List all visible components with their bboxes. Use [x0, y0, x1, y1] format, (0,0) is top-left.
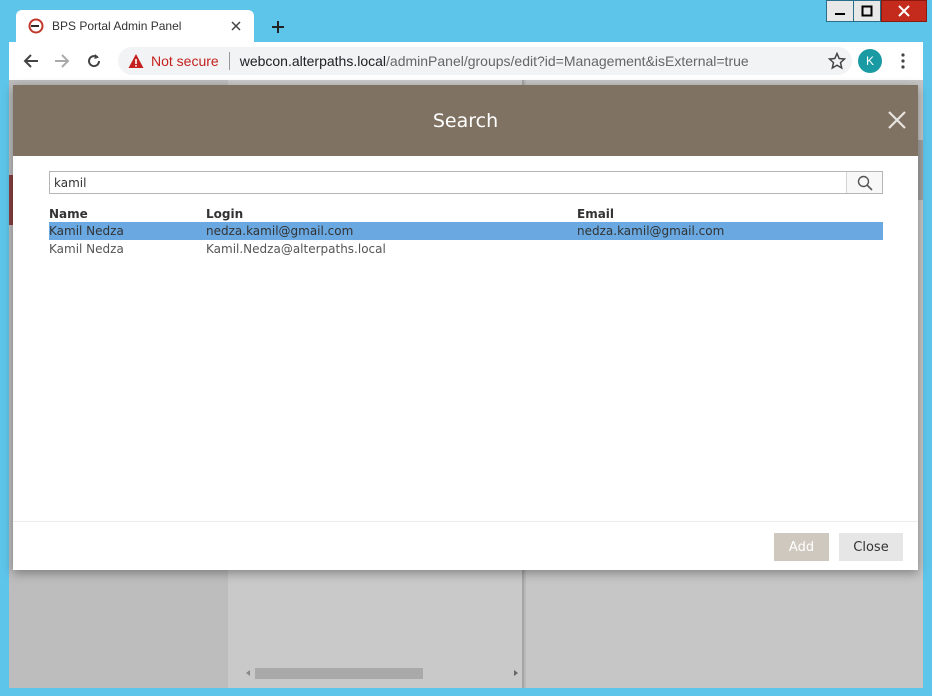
browser-toolbar: Not secure webcon.alterpaths.local/admin… — [9, 42, 923, 80]
column-header-name[interactable]: Name — [49, 207, 206, 221]
close-icon — [231, 21, 241, 31]
url-host: webcon.alterpaths.local — [239, 53, 387, 69]
column-header-login[interactable]: Login — [206, 207, 577, 221]
maximize-button[interactable] — [853, 0, 881, 22]
dialog-footer: Add Close — [13, 521, 918, 570]
reload-icon — [88, 54, 101, 68]
minimize-button[interactable] — [826, 0, 854, 22]
search-box — [49, 171, 883, 194]
tab-title: BPS Portal Admin Panel — [52, 19, 182, 33]
table-row[interactable]: Kamil Nedza Kamil.Nedza@alterpaths.local — [49, 240, 883, 258]
minimize-icon — [835, 13, 845, 15]
cell-login: Kamil.Nedza@alterpaths.local — [206, 242, 386, 256]
url-path: /adminPanel/groups/edit?id=Management&is… — [386, 53, 749, 69]
reload-button[interactable] — [83, 50, 105, 72]
arrow-left-icon — [23, 54, 38, 68]
back-button[interactable] — [20, 50, 42, 72]
forward-button[interactable] — [51, 50, 73, 72]
browser-menu-button[interactable] — [895, 50, 911, 72]
add-button[interactable]: Add — [774, 533, 829, 561]
scroll-right-icon — [514, 670, 518, 676]
search-input[interactable] — [50, 172, 846, 193]
search-dialog: Search Name Login Email Kamil Nedza nedz… — [13, 85, 918, 570]
more-vertical-icon — [901, 53, 905, 69]
horizontal-scrollbar[interactable] — [242, 665, 520, 681]
scroll-left-icon — [246, 670, 250, 676]
dialog-title: Search — [432, 109, 499, 132]
address-bar[interactable]: Not secure webcon.alterpaths.local/admin… — [118, 47, 852, 75]
profile-avatar[interactable]: K — [858, 49, 882, 73]
bookmark-star-icon[interactable] — [828, 52, 846, 70]
cell-name: Kamil Nedza — [49, 224, 124, 238]
scrollbar-thumb[interactable] — [255, 668, 423, 679]
column-header-email[interactable]: Email — [577, 207, 883, 221]
security-status[interactable]: Not secure — [151, 53, 219, 69]
search-icon — [857, 175, 873, 191]
close-icon[interactable] — [886, 109, 908, 131]
results-table: Name Login Email Kamil Nedza nedza.kamil… — [49, 206, 883, 258]
plus-icon — [272, 21, 284, 33]
cell-email: nedza.kamil@gmail.com — [577, 224, 725, 238]
url-text[interactable]: webcon.alterpaths.local/adminPanel/group… — [240, 53, 828, 69]
maximize-icon — [861, 5, 873, 17]
tab-close-button[interactable] — [226, 16, 246, 36]
webcon-logo-icon — [28, 18, 44, 34]
cell-name: Kamil Nedza — [49, 242, 124, 256]
search-button[interactable] — [846, 172, 882, 193]
warning-icon — [128, 54, 144, 68]
browser-tab[interactable]: BPS Portal Admin Panel — [16, 10, 254, 42]
new-tab-button[interactable] — [266, 15, 290, 39]
close-button[interactable]: Close — [839, 533, 903, 561]
table-row[interactable]: Kamil Nedza nedza.kamil@gmail.com nedza.… — [49, 222, 883, 240]
dialog-header: Search — [13, 85, 918, 156]
close-icon — [898, 5, 910, 17]
browser-window: BPS Portal Admin Panel Not secure webcon… — [0, 0, 932, 696]
cell-login: nedza.kamil@gmail.com — [206, 224, 354, 238]
address-divider — [228, 52, 230, 70]
window-close-button[interactable] — [881, 0, 927, 22]
table-header: Name Login Email — [49, 206, 883, 222]
arrow-right-icon — [55, 54, 70, 68]
